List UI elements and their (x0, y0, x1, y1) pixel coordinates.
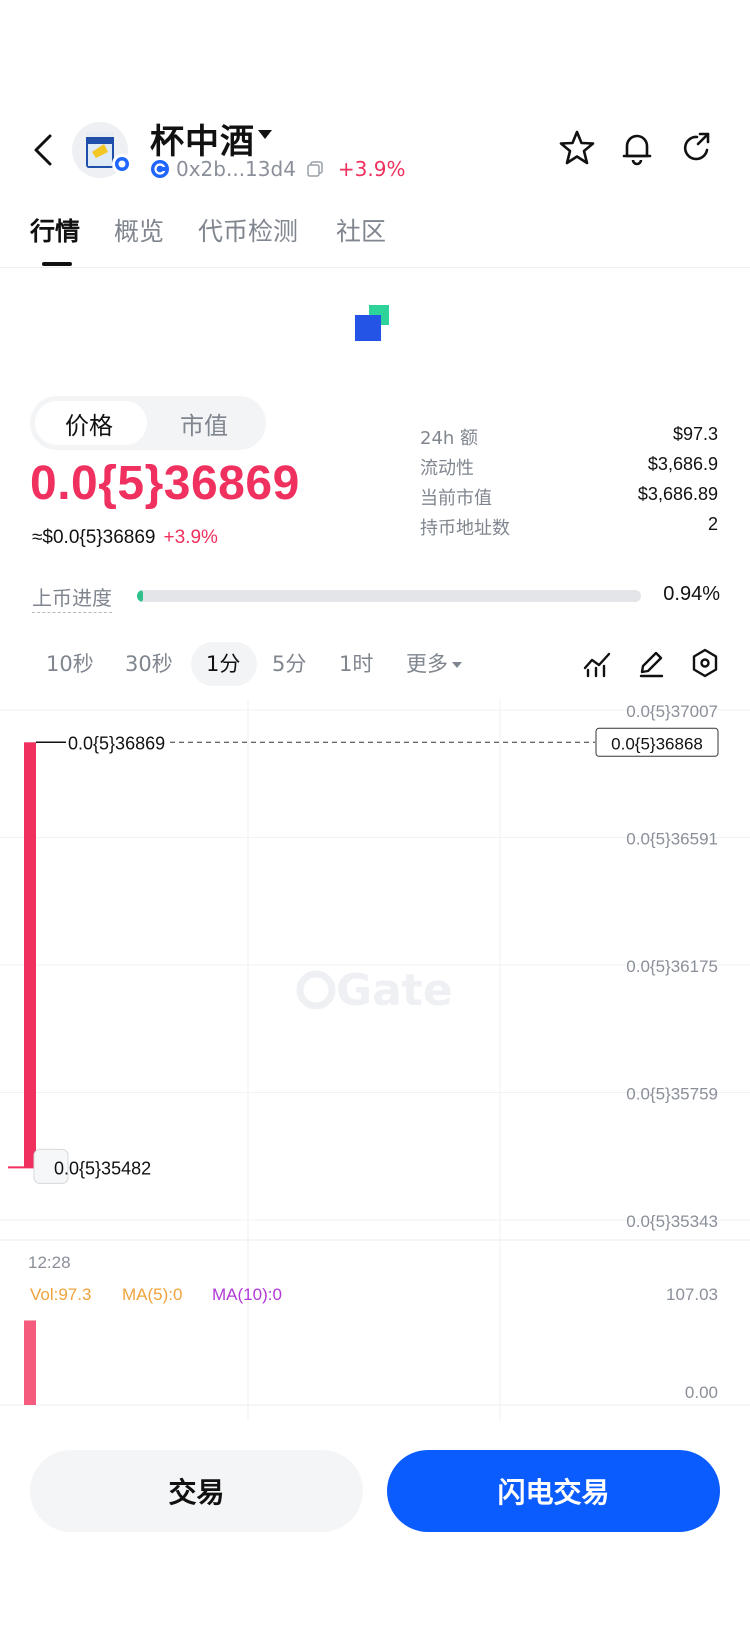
active-tab-indicator (42, 262, 72, 266)
stat-row: 持币地址数 2 (420, 514, 718, 544)
star-icon[interactable] (557, 128, 597, 168)
stat-label: 当前市值 (420, 488, 492, 509)
token-header: 杯中酒 0x2b...13d4 +3.9% (0, 110, 750, 190)
price-axis-label: 0.0{5}36591 (626, 830, 718, 849)
address-row: 0x2b...13d4 +3.9% (150, 156, 406, 182)
tab-token-check[interactable]: 代币检测 (198, 212, 298, 248)
gate-chain-icon (151, 160, 169, 178)
volume-bar (24, 1320, 36, 1405)
high-price-label: 0.0{5}36869 (68, 733, 165, 753)
price-chart[interactable]: Gate 0.0{5}37007 0.0{5}36591 0.0{5}36175 0.… (0, 700, 750, 1420)
indicator-icon[interactable] (580, 646, 614, 680)
tab-market[interactable]: 行情 (30, 212, 80, 248)
listing-progress-fill (137, 590, 144, 602)
gate-squares-logo (355, 305, 389, 341)
price-axis-label: 0.0{5}35343 (626, 1212, 718, 1231)
draw-pen-icon[interactable] (634, 646, 668, 680)
address-change: +3.9% (337, 157, 406, 181)
more-caret-icon (452, 662, 462, 668)
current-price-tag: 0.0{5}36868 (611, 734, 703, 753)
interval-5m[interactable]: 5分 (272, 648, 306, 678)
stat-label: 24h 额 (420, 428, 479, 449)
volume-axis-max: 107.03 (666, 1285, 718, 1304)
chart-settings-icon[interactable] (688, 646, 722, 680)
trade-button[interactable]: 交易 (30, 1450, 363, 1532)
stat-label: 持币地址数 (420, 518, 510, 539)
price-axis-label: 0.0{5}35759 (626, 1085, 718, 1104)
interval-more-label: 更多 (406, 652, 448, 676)
token-stats: 24h 额 $97.3 流动性 $3,686.9 当前市值 $3,686.89 … (420, 424, 718, 544)
current-price: 0.0{5}36869 (30, 457, 300, 510)
stat-value: $3,686.9 (647, 454, 718, 474)
price-axis-label: 0.0{5}37007 (626, 702, 718, 721)
ma10-label: MA(10):0 (212, 1285, 282, 1304)
interval-1h[interactable]: 1时 (339, 648, 373, 678)
volume-axis-min: 0.00 (685, 1383, 718, 1402)
price-axis: 0.0{5}37007 0.0{5}36591 0.0{5}36175 0.0{5}3… (626, 702, 718, 1231)
low-price-label: 0.0{5}35482 (54, 1158, 151, 1178)
stat-value: $97.3 (672, 424, 718, 444)
interval-more[interactable]: 更多 (406, 648, 462, 678)
tab-community[interactable]: 社区 (336, 212, 386, 248)
tab-overview[interactable]: 概览 (114, 212, 164, 248)
candles (8, 742, 36, 1169)
token-dropdown-caret-icon[interactable] (258, 130, 272, 139)
stat-row: 24h 额 $97.3 (420, 424, 718, 454)
chain-badge-icon (112, 154, 132, 174)
volume-pane: Vol:97.3 MA(5):0 MA(10):0 107.03 0.00 (24, 1285, 718, 1405)
stat-value: 2 (707, 514, 718, 534)
time-axis-label: 12:28 (28, 1253, 71, 1272)
watermark-text: Gate (336, 965, 453, 1016)
interval-30s[interactable]: 30秒 (125, 648, 173, 678)
toggle-price[interactable]: 价格 (65, 406, 113, 441)
copy-icon[interactable] (306, 160, 324, 178)
back-icon[interactable] (28, 132, 58, 168)
stat-row: 流动性 $3,686.9 (420, 454, 718, 484)
interval-selector: 10秒 30秒 1分 5分 1时 更多 (0, 642, 750, 688)
price-chart-svg[interactable]: Gate 0.0{5}370070.0{5}365910.0{5}361750.… (0, 700, 750, 1420)
main-tabs: 行情 概览 代币检测 社区 (0, 200, 750, 268)
volume-label: Vol:97.3 (30, 1285, 91, 1304)
usd-price: ≈$0.0{5}36869 (32, 527, 156, 548)
listing-progress-label[interactable]: 上币进度 (32, 582, 112, 613)
stat-row: 当前市值 $3,686.89 (420, 484, 718, 514)
price-mcap-toggle[interactable]: 价格 市值 (30, 396, 266, 450)
listing-progress-value: 0.94% (663, 583, 720, 605)
price-axis-label: 0.0{5}36175 (626, 957, 718, 976)
interval-1m[interactable]: 1分 (206, 648, 240, 678)
flash-trade-button[interactable]: 闪电交易 (387, 1450, 720, 1532)
price-change: +3.9% (163, 527, 218, 548)
stat-label: 流动性 (420, 458, 474, 479)
contract-address: 0x2b...13d4 (176, 157, 296, 181)
share-icon[interactable] (677, 128, 717, 168)
toggle-market-cap[interactable]: 市值 (180, 406, 228, 441)
chart-grid (0, 700, 750, 1420)
gate-watermark: Gate (296, 965, 453, 1016)
bell-icon[interactable] (617, 128, 657, 168)
usd-price-row: ≈$0.0{5}36869 +3.9% (32, 527, 218, 549)
stat-value: $3,686.89 (637, 484, 718, 504)
listing-progress-bar (137, 590, 641, 602)
candle-body (24, 742, 36, 1168)
interval-10s[interactable]: 10秒 (46, 648, 94, 678)
ma5-label: MA(5):0 (122, 1285, 182, 1304)
